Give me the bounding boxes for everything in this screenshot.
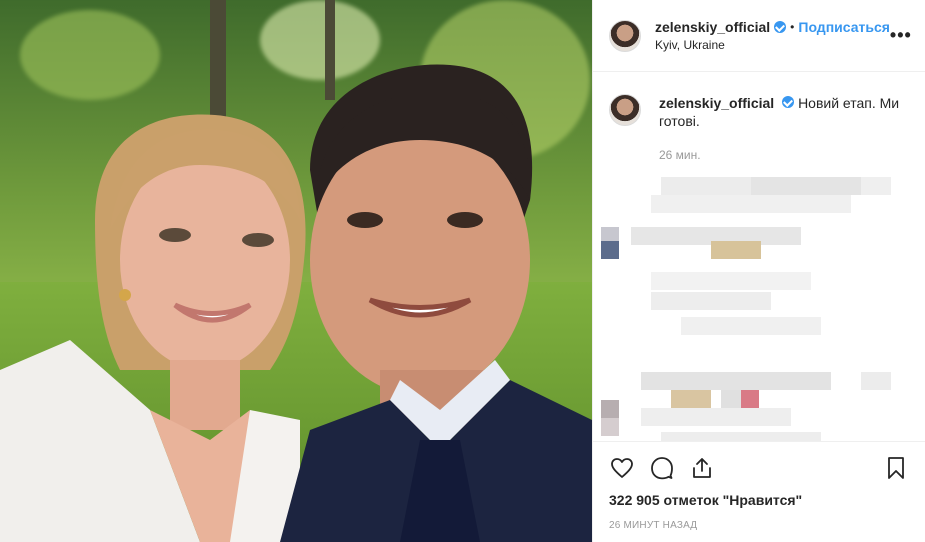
caption: zelenskiy_official Новий етап. Ми готові… bbox=[609, 88, 909, 130]
verified-badge-icon bbox=[774, 21, 787, 33]
post-side-panel: zelenskiy_official • Подписаться Kyiv, U… bbox=[592, 0, 925, 542]
instagram-post: zelenskiy_official • Подписаться Kyiv, U… bbox=[0, 0, 925, 542]
post-photo[interactable] bbox=[0, 0, 592, 542]
bookmark-icon[interactable] bbox=[883, 455, 909, 481]
action-icons bbox=[609, 450, 909, 486]
header-row: zelenskiy_official • Подписаться bbox=[655, 19, 890, 35]
caption-time: 26 мин. bbox=[659, 148, 701, 162]
comment-icon[interactable] bbox=[649, 455, 675, 481]
blurred-comments bbox=[601, 177, 901, 347]
author-username[interactable]: zelenskiy_official bbox=[655, 19, 770, 35]
caption-avatar[interactable] bbox=[609, 94, 641, 126]
header-text: zelenskiy_official • Подписаться Kyiv, U… bbox=[655, 19, 890, 52]
caption-body: zelenskiy_official Новий етап. Ми готові… bbox=[659, 88, 909, 130]
share-icon[interactable] bbox=[689, 455, 715, 481]
separator-dot: • bbox=[790, 20, 795, 34]
follow-button[interactable]: Подписаться bbox=[798, 19, 890, 35]
blurred-comments bbox=[601, 372, 901, 441]
post-actions: 322 905 отметок "Нравится" 26 МИНУТ НАЗА… bbox=[593, 442, 925, 542]
verified-badge-icon bbox=[782, 96, 795, 108]
likes-count[interactable]: 322 905 отметок "Нравится" bbox=[609, 492, 909, 508]
post-header: zelenskiy_official • Подписаться Kyiv, U… bbox=[593, 0, 925, 72]
post-timestamp[interactable]: 26 МИНУТ НАЗАД bbox=[609, 520, 909, 531]
photo-foliage bbox=[20, 10, 160, 100]
comments-section: zelenskiy_official Новий етап. Ми готові… bbox=[593, 72, 925, 442]
photo-man bbox=[280, 64, 592, 542]
caption-username[interactable]: zelenskiy_official bbox=[659, 95, 774, 111]
author-avatar[interactable] bbox=[609, 19, 641, 52]
heart-icon[interactable] bbox=[609, 455, 635, 481]
post-location[interactable]: Kyiv, Ukraine bbox=[655, 38, 890, 52]
more-options-icon[interactable]: ••• bbox=[890, 25, 912, 46]
